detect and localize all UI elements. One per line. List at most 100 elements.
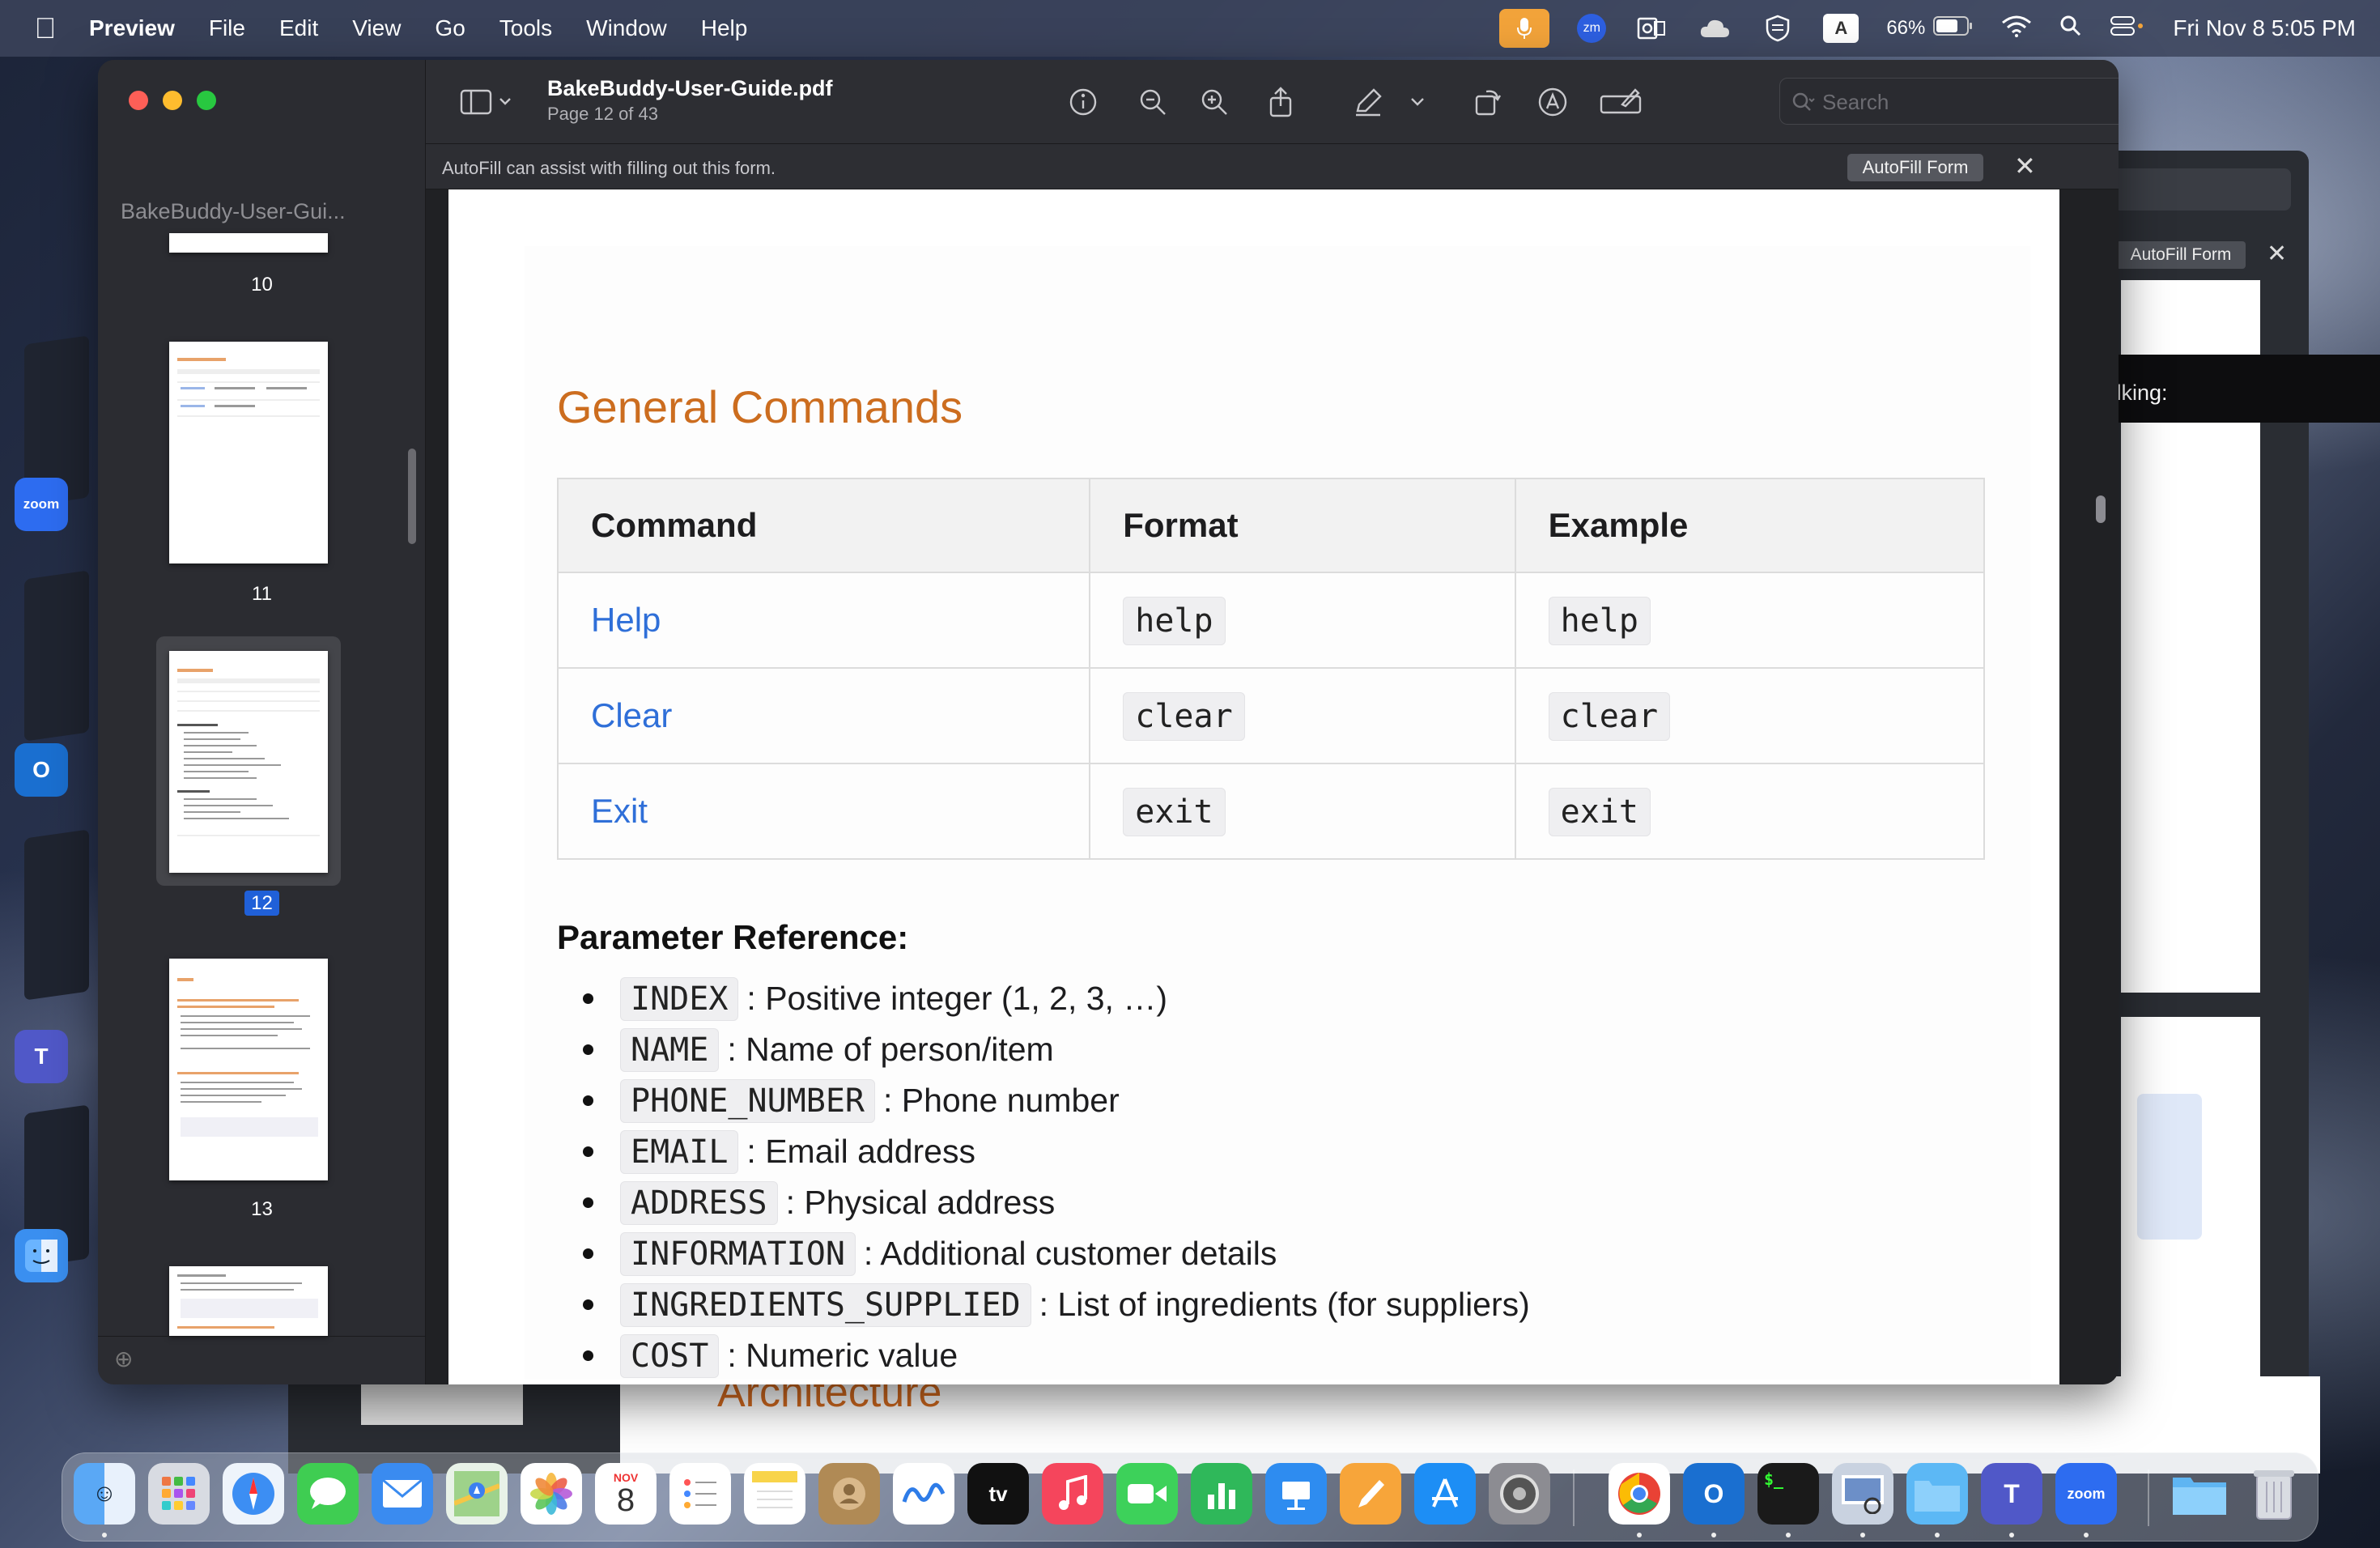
menu-tools[interactable]: Tools <box>499 15 552 41</box>
minimize-window-button[interactable] <box>163 91 182 110</box>
list-item: ADDRESS: Physical address <box>557 1177 1530 1228</box>
add-page-icon[interactable]: ⊕ <box>114 1346 133 1372</box>
system-settings-icon[interactable] <box>1489 1463 1550 1525</box>
safari-icon[interactable] <box>223 1463 284 1525</box>
vpn-icon[interactable] <box>1760 14 1796 43</box>
calendar-icon[interactable]: NOV 8 <box>595 1463 657 1525</box>
example-code: exit <box>1548 788 1651 836</box>
param-desc: : Additional customer details <box>863 1235 1277 1272</box>
keynote-icon[interactable] <box>1265 1463 1327 1525</box>
menu-app-name[interactable]: Preview <box>89 15 175 41</box>
thumbnail-label-12: 12 <box>98 891 426 916</box>
background-autofill-close-icon[interactable]: ✕ <box>2267 240 2287 268</box>
markup-dropdown-icon[interactable] <box>1405 84 1430 120</box>
running-indicator <box>102 1533 107 1537</box>
chrome-icon[interactable] <box>1609 1463 1670 1525</box>
numbers-icon[interactable] <box>1191 1463 1252 1525</box>
wifi-icon[interactable] <box>2001 15 2032 43</box>
menu-file[interactable]: File <box>209 15 245 41</box>
param-code: INDEX <box>620 976 739 1021</box>
zoom-in-icon[interactable] <box>1196 84 1232 120</box>
facetime-icon[interactable] <box>1116 1463 1178 1525</box>
annotate-icon[interactable] <box>1535 84 1570 120</box>
autofill-message: AutoFill can assist with filling out thi… <box>442 158 776 178</box>
zoom-status-icon[interactable]: zm <box>1577 14 1607 43</box>
teams-icon[interactable]: T <box>1981 1463 2042 1525</box>
battery-percent: 66% <box>1886 17 1926 39</box>
terminal-icon[interactable]: $_ <box>1757 1463 1819 1525</box>
outlook-icon[interactable]: O <box>1683 1463 1745 1525</box>
zoom-window-button[interactable] <box>197 91 216 110</box>
close-window-button[interactable] <box>129 91 148 110</box>
param-desc: : Physical address <box>785 1184 1056 1221</box>
commands-table: Command Format Example Help help help Cl… <box>556 478 1986 860</box>
command-link[interactable]: Help <box>556 572 1091 669</box>
input-source-icon[interactable]: A <box>1823 14 1859 43</box>
stage-teams-icon[interactable]: T <box>15 1030 68 1083</box>
folder-icon[interactable] <box>1906 1463 1968 1525</box>
thumbnail-page-10[interactable] <box>169 233 328 253</box>
background-autofill-button[interactable]: AutoFill Form <box>2116 241 2246 269</box>
sidebar-scrollbar[interactable] <box>408 449 416 544</box>
menu-edit[interactable]: Edit <box>279 15 318 41</box>
document-scrollbar[interactable] <box>2096 495 2106 523</box>
thumbnail-page-13[interactable] <box>169 959 328 1180</box>
music-icon[interactable] <box>1042 1463 1103 1525</box>
autofill-close-icon[interactable]: ✕ <box>2014 151 2036 181</box>
launchpad-icon[interactable] <box>148 1463 210 1525</box>
reminders-icon[interactable] <box>669 1463 731 1525</box>
cloud-icon[interactable] <box>1697 14 1732 43</box>
menu-window[interactable]: Window <box>586 15 667 41</box>
contacts-icon[interactable] <box>818 1463 880 1525</box>
finder-icon[interactable]: ☺ <box>74 1463 135 1525</box>
thumbnail-page-14[interactable] <box>169 1266 328 1336</box>
command-link[interactable]: Clear <box>556 667 1091 764</box>
form-fill-icon[interactable] <box>1598 84 1643 120</box>
zoom-icon[interactable]: zoom <box>2055 1463 2117 1525</box>
battery-icon[interactable] <box>1933 15 1974 42</box>
list-item: INGREDIENTS_SUPPLIED: List of ingredient… <box>557 1279 1530 1330</box>
stage-outlook-icon[interactable]: O <box>15 743 68 797</box>
menu-view[interactable]: View <box>352 15 401 41</box>
maps-icon[interactable] <box>446 1463 508 1525</box>
clock[interactable]: Fri Nov 8 5:05 PM <box>2173 15 2356 41</box>
apple-menu-icon[interactable]:  <box>29 11 62 45</box>
preview-icon[interactable] <box>1832 1463 1893 1525</box>
freeform-icon[interactable] <box>893 1463 954 1525</box>
menu-go[interactable]: Go <box>435 15 465 41</box>
format-code: clear <box>1123 692 1245 741</box>
control-center-icon[interactable] <box>2110 15 2145 43</box>
pages-icon[interactable] <box>1340 1463 1401 1525</box>
autofill-form-button[interactable]: AutoFill Form <box>1847 154 1983 181</box>
notes-icon[interactable] <box>744 1463 805 1525</box>
table-header-command: Command <box>556 478 1091 573</box>
share-icon[interactable] <box>1263 84 1298 120</box>
sidebar-toggle-icon[interactable] <box>458 84 515 120</box>
rotate-icon[interactable] <box>1470 84 1506 120</box>
search-field[interactable]: Search <box>1779 78 2119 125</box>
spotlight-search-icon[interactable] <box>2059 15 2082 43</box>
apple-tv-icon[interactable]: tv <box>967 1463 1029 1525</box>
photos-icon[interactable] <box>521 1463 582 1525</box>
markup-pen-icon[interactable] <box>1350 84 1386 120</box>
outlook-status-icon[interactable] <box>1634 14 1669 43</box>
thumbnail-page-11[interactable] <box>169 342 328 563</box>
microphone-icon[interactable] <box>1499 9 1550 48</box>
stage-finder-icon[interactable] <box>15 1229 68 1282</box>
trash-icon[interactable] <box>2243 1463 2305 1525</box>
param-desc: : Email address <box>746 1133 975 1170</box>
command-link[interactable]: Exit <box>556 763 1091 860</box>
downloads-folder-icon[interactable] <box>2169 1463 2230 1525</box>
mail-icon[interactable] <box>372 1463 433 1525</box>
app-store-icon[interactable] <box>1414 1463 1476 1525</box>
messages-icon[interactable] <box>297 1463 359 1525</box>
table-row: Clear clear clear <box>556 667 1986 764</box>
thumbnail-page-12[interactable] <box>169 651 328 873</box>
zoom-out-icon[interactable] <box>1135 84 1171 120</box>
stage-window-2[interactable] <box>24 570 89 742</box>
table-cell-example: clear <box>1514 667 1986 764</box>
stage-window-3[interactable] <box>24 829 89 1001</box>
menu-help[interactable]: Help <box>701 15 748 41</box>
stage-zoom-icon[interactable]: zoom <box>15 478 68 531</box>
info-icon[interactable] <box>1065 84 1101 120</box>
